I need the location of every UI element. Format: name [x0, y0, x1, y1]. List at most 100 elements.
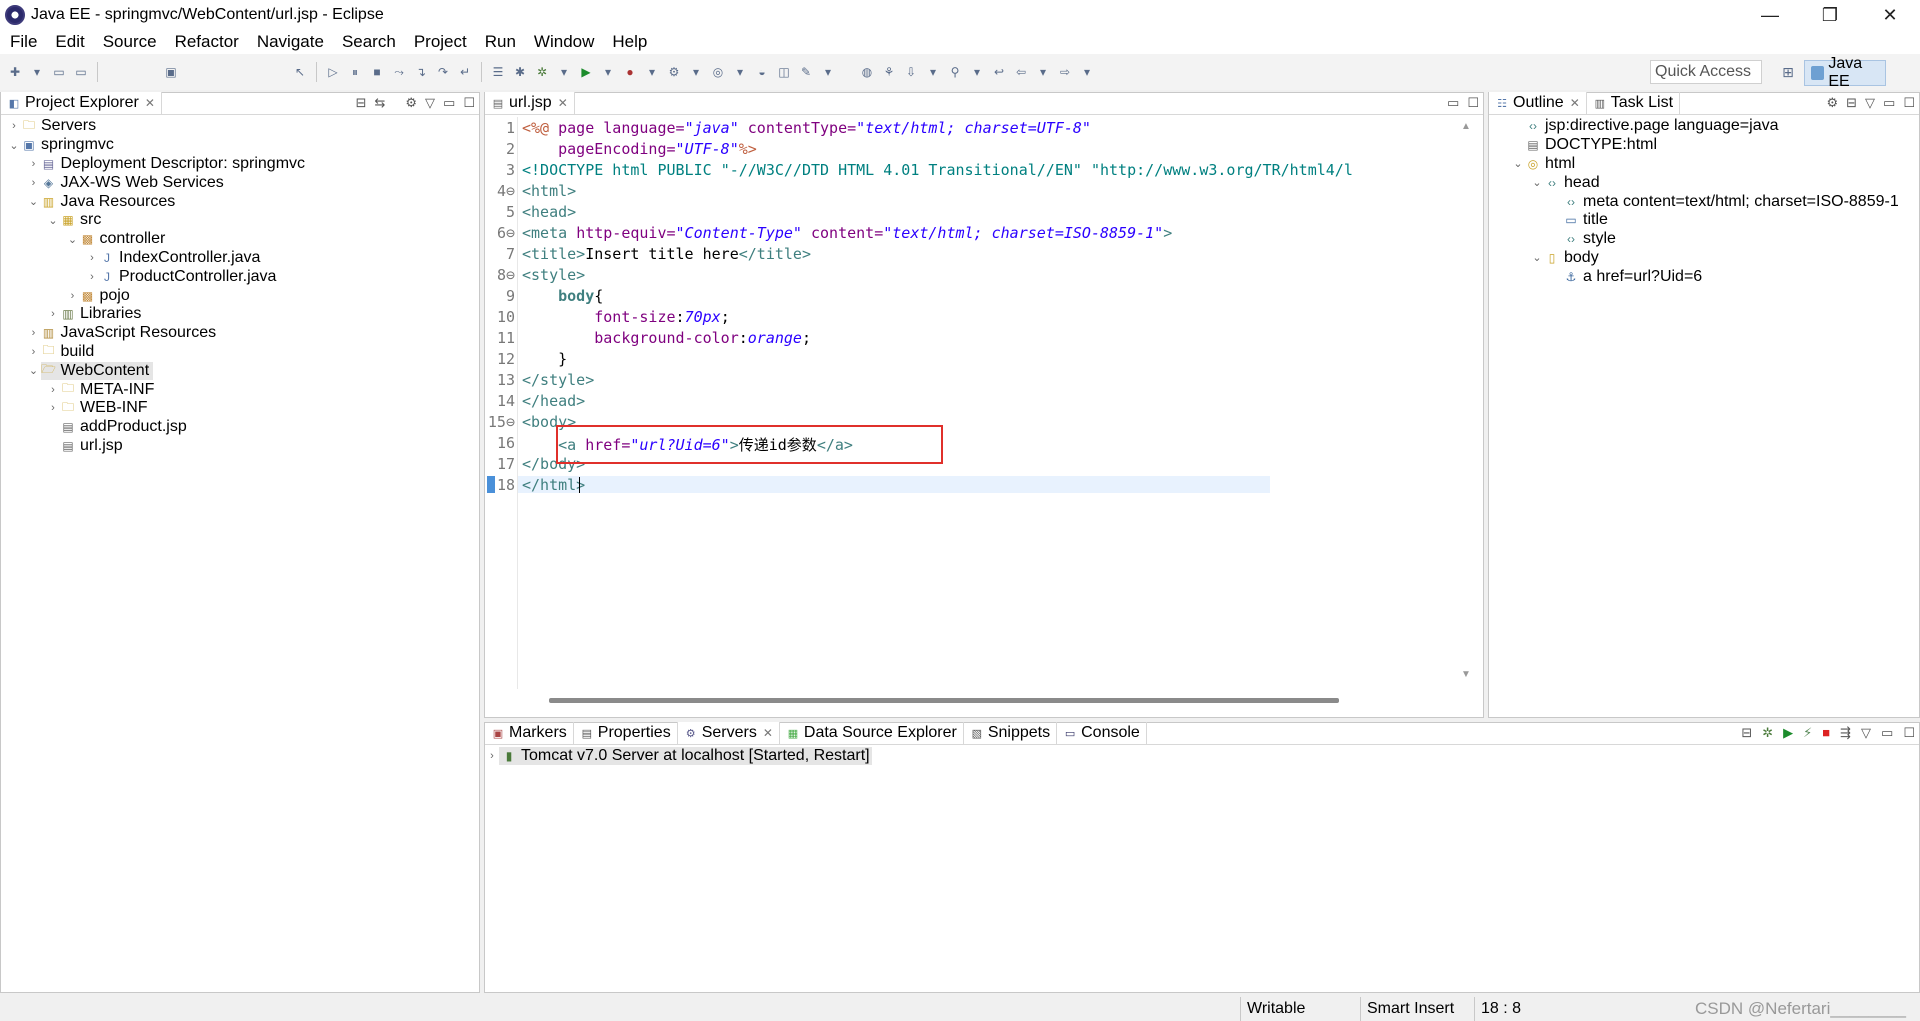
- minimize-view-icon[interactable]: ▭: [1883, 95, 1895, 111]
- search-icon[interactable]: ✎: [798, 64, 814, 80]
- open-task-icon[interactable]: ☰: [490, 64, 506, 80]
- pe-item[interactable]: ⌄ ▩ controller: [1, 230, 479, 249]
- expand-icon[interactable]: ›: [46, 402, 60, 414]
- close-tab-icon[interactable]: ✕: [145, 96, 155, 110]
- expand-icon[interactable]: ›: [46, 308, 60, 320]
- minimize-button[interactable]: —: [1740, 0, 1800, 30]
- pe-item[interactable]: › J IndexController.java: [1, 249, 479, 268]
- dropdown-icon[interactable]: ▾: [1035, 64, 1051, 80]
- dropdown-icon[interactable]: ▾: [732, 64, 748, 80]
- maximize-view-icon[interactable]: ☐: [1467, 95, 1479, 111]
- expand-icon[interactable]: ›: [46, 384, 60, 396]
- tab-servers[interactable]: ⚙ Servers ✕: [677, 722, 780, 744]
- open-folder-icon[interactable]: ◫: [776, 64, 792, 80]
- terminal-icon[interactable]: ▣: [163, 64, 179, 80]
- ol-item[interactable]: ⚓ a href=url?Uid=6: [1489, 267, 1919, 286]
- minimize-view-icon[interactable]: ▭: [1447, 95, 1459, 111]
- pe-item[interactable]: › 🗀 Servers: [1, 117, 479, 136]
- perspective-java-ee-button[interactable]: Java EE: [1804, 55, 1886, 90]
- menu-refactor[interactable]: Refactor: [169, 32, 251, 52]
- step-return-icon[interactable]: ↵: [457, 64, 473, 80]
- hide-icon[interactable]: ⚙: [1826, 95, 1838, 111]
- close-tab-icon[interactable]: ✕: [763, 726, 773, 740]
- ol-item[interactable]: ‹› style: [1489, 230, 1919, 249]
- ol-item[interactable]: ▭ title: [1489, 211, 1919, 230]
- expand-icon[interactable]: ›: [7, 120, 21, 132]
- next-annotation-icon[interactable]: ⚘: [881, 64, 897, 80]
- step-into-icon[interactable]: ↴: [413, 64, 429, 80]
- horizontal-scroll-thumb[interactable]: [549, 698, 1339, 703]
- pe-item[interactable]: › ▥ JavaScript Resources: [1, 324, 479, 343]
- collapse-all-icon[interactable]: ⊟: [1846, 95, 1857, 111]
- pe-item[interactable]: ⌄ ▣ springmvc: [1, 136, 479, 155]
- pe-item[interactable]: › 🗀 build: [1, 343, 479, 362]
- expand-icon[interactable]: ›: [85, 271, 99, 283]
- debug-icon[interactable]: ✲: [534, 64, 550, 80]
- collapse-icon[interactable]: ⌄: [1530, 176, 1544, 189]
- dropdown-icon[interactable]: ▾: [688, 64, 704, 80]
- pe-item[interactable]: ⌄ ▦ src: [1, 211, 479, 230]
- external-tools-icon[interactable]: ●: [622, 64, 638, 80]
- menu-run[interactable]: Run: [479, 32, 528, 52]
- pe-item[interactable]: ⌄ ▥ Java Resources: [1, 192, 479, 211]
- save-icon[interactable]: ▭: [51, 64, 67, 80]
- ol-item[interactable]: ▤ DOCTYPE:html: [1489, 136, 1919, 155]
- scroll-down-icon[interactable]: ▼: [1461, 669, 1471, 680]
- collapse-icon[interactable]: ⌄: [27, 364, 41, 377]
- prev-annotation-icon[interactable]: ⇩: [903, 64, 919, 80]
- expand-icon[interactable]: ›: [27, 177, 41, 189]
- collapse-all-icon[interactable]: ⊟: [1741, 725, 1752, 741]
- ol-item[interactable]: ⌄ ◎ html: [1489, 155, 1919, 174]
- last-edit-icon[interactable]: ↩: [991, 64, 1007, 80]
- dropdown-icon[interactable]: ▾: [820, 64, 836, 80]
- dropdown-icon[interactable]: ▾: [556, 64, 572, 80]
- step-over-icon[interactable]: ↷: [435, 64, 451, 80]
- menu-file[interactable]: File: [4, 32, 49, 52]
- horizontal-scrollbar[interactable]: [485, 691, 1451, 711]
- collapse-icon[interactable]: ⌄: [27, 195, 41, 208]
- close-button[interactable]: ✕: [1860, 0, 1920, 30]
- view-menu-icon[interactable]: ▽: [1865, 95, 1875, 111]
- suspend-icon[interactable]: ⏸: [347, 64, 363, 80]
- collapse-icon[interactable]: ⌄: [7, 139, 21, 152]
- new-server-icon[interactable]: ⚙: [666, 64, 682, 80]
- collapse-icon[interactable]: ⌄: [1530, 251, 1544, 264]
- profile-server-icon[interactable]: ⚡: [1803, 725, 1812, 741]
- dropdown-icon[interactable]: ▾: [600, 64, 616, 80]
- scroll-up-icon[interactable]: ▲: [1461, 121, 1471, 132]
- terminate-icon[interactable]: ■: [369, 64, 385, 80]
- expand-icon[interactable]: ›: [27, 327, 41, 339]
- collapse-icon[interactable]: ⌄: [66, 233, 80, 246]
- open-perspective-icon[interactable]: ⊞: [1776, 60, 1800, 84]
- close-tab-icon[interactable]: ✕: [558, 96, 568, 110]
- disconnect-icon[interactable]: ⤳: [391, 64, 407, 80]
- pe-item[interactable]: › J ProductController.java: [1, 267, 479, 286]
- link-editor-icon[interactable]: ⇆: [374, 95, 385, 111]
- menu-help[interactable]: Help: [606, 32, 659, 52]
- back-icon[interactable]: ⇦: [1013, 64, 1029, 80]
- close-tab-icon[interactable]: ✕: [1570, 96, 1580, 110]
- minimize-view-icon[interactable]: ▭: [443, 95, 455, 111]
- collapse-icon[interactable]: ⌄: [1511, 157, 1525, 170]
- run-icon[interactable]: ▶: [578, 64, 594, 80]
- pe-item[interactable]: › ▩ pojo: [1, 286, 479, 305]
- collapse-icon[interactable]: ⌄: [46, 214, 60, 227]
- expand-icon[interactable]: ›: [485, 750, 499, 762]
- server-row[interactable]: › ▮ Tomcat v7.0 Server at localhost [Sta…: [485, 747, 1919, 766]
- dropdown-icon[interactable]: ▾: [925, 64, 941, 80]
- ol-item[interactable]: ⌄ ‹› head: [1489, 173, 1919, 192]
- debug-server-icon[interactable]: ✲: [1762, 725, 1773, 741]
- restore-button[interactable]: ❐: [1800, 0, 1860, 30]
- expand-icon[interactable]: ›: [66, 290, 80, 302]
- maximize-view-icon[interactable]: ☐: [1903, 725, 1915, 741]
- menu-source[interactable]: Source: [97, 32, 169, 52]
- menu-edit[interactable]: Edit: [49, 32, 96, 52]
- dropdown-icon[interactable]: ▾: [969, 64, 985, 80]
- pe-item[interactable]: ⌄ 🗁 WebContent: [1, 361, 479, 380]
- tab-outline[interactable]: ☷ Outline ✕: [1489, 92, 1587, 114]
- pin-icon[interactable]: ⚲: [947, 64, 963, 80]
- tab-properties[interactable]: ▤ Properties: [574, 722, 678, 744]
- pointer-icon[interactable]: ↖: [292, 64, 308, 80]
- menu-navigate[interactable]: Navigate: [251, 32, 336, 52]
- pe-item[interactable]: › ▤ Deployment Descriptor: springmvc: [1, 155, 479, 174]
